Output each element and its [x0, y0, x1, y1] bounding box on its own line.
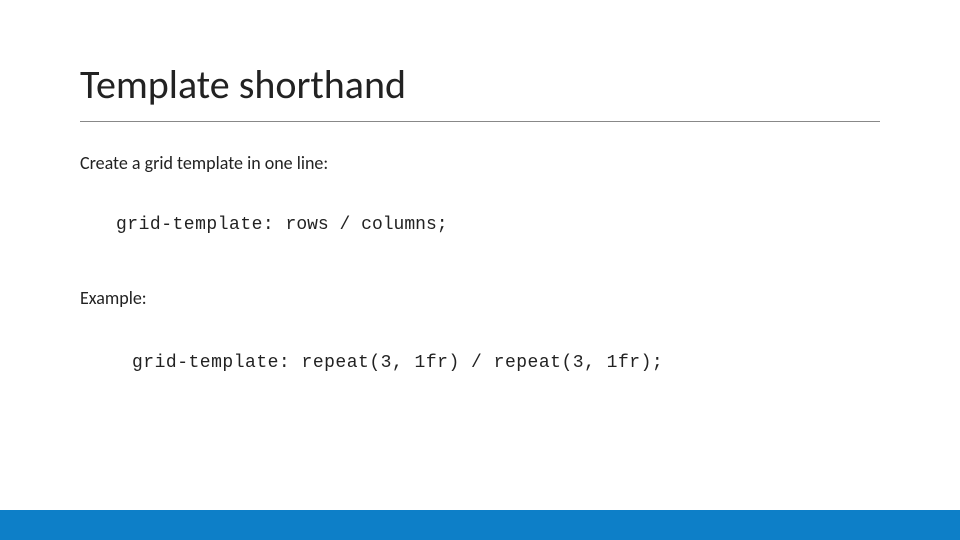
example-code: grid-template: repeat(3, 1fr) / repeat(3… [132, 353, 880, 373]
slide-title: Template shorthand [80, 60, 880, 109]
syntax-property: grid-template: [116, 215, 286, 235]
title-underline [80, 121, 880, 122]
syntax-line: grid-template: rows / columns; [116, 212, 880, 235]
slide-container: Template shorthand Create a grid templat… [0, 0, 960, 540]
syntax-values: rows / columns; [286, 215, 448, 235]
footer-bar [0, 510, 960, 540]
example-label: Example: [80, 287, 880, 309]
intro-text: Create a grid template in one line: [80, 152, 880, 174]
